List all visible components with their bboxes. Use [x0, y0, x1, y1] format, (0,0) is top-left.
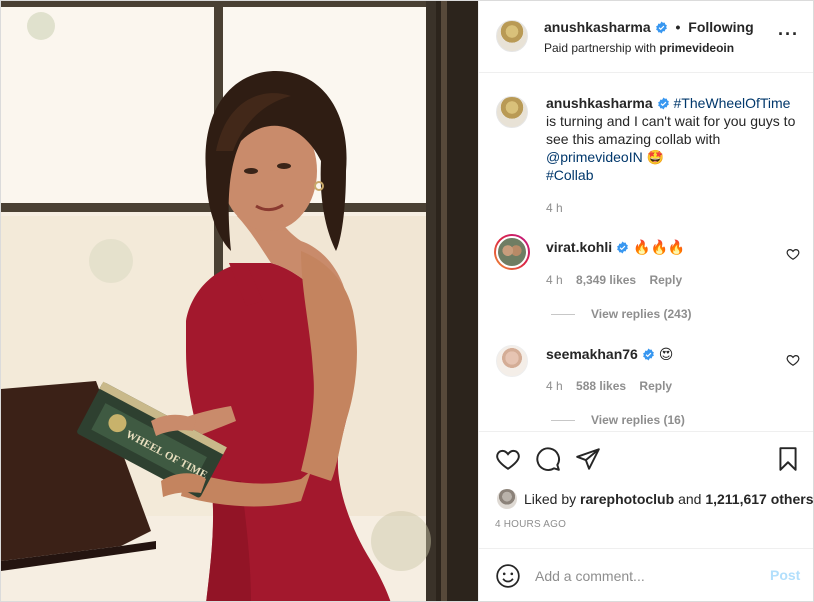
comment-row: seemakhan76 😍 — [546, 346, 673, 363]
comment-likes[interactable]: 8,349 likes — [576, 273, 636, 287]
view-replies-label[interactable]: View replies (243) — [591, 307, 692, 321]
comment-text: 🔥🔥🔥 — [633, 239, 686, 255]
commenter-avatar[interactable] — [494, 234, 530, 270]
post-modal: WHEEL OF TIME anushkasharma • Following … — [0, 0, 814, 602]
author-username[interactable]: anushkasharma — [544, 19, 651, 35]
hashtag-link[interactable]: #Collab — [546, 167, 593, 183]
likes-count[interactable]: 1,211,617 others — [705, 491, 813, 507]
view-replies-button[interactable]: View replies (16) — [551, 413, 685, 427]
commenter-avatar[interactable] — [496, 345, 528, 377]
post-comment-button[interactable]: Post — [770, 567, 800, 583]
header-separator: • — [675, 19, 681, 35]
comment-meta: 4 h 588 likes Reply — [546, 379, 682, 393]
post-details-panel: anushkasharma • Following Paid partnersh… — [478, 1, 813, 601]
emoji-picker-icon[interactable] — [495, 563, 521, 589]
verified-badge-icon — [657, 97, 669, 110]
verified-badge-icon — [642, 348, 654, 361]
comment-likes[interactable]: 588 likes — [576, 379, 626, 393]
replies-divider — [551, 420, 575, 422]
verified-badge-icon — [655, 21, 667, 34]
post-timestamp[interactable]: 4 HOURS AGO — [495, 519, 566, 530]
caption-text: is turning and I can't wait for you guys… — [546, 113, 796, 147]
likes-summary: Liked by rarephotoclub and 1,211,617 oth… — [524, 491, 813, 507]
likes-conj: and — [678, 491, 702, 507]
replies-divider — [551, 314, 575, 316]
following-button[interactable]: Following — [688, 19, 753, 35]
bookmark-icon[interactable] — [775, 446, 801, 472]
comments-list[interactable]: anushkasharma #TheWheelOfTime is turning… — [479, 73, 813, 431]
action-bar: Liked by rarephotoclub and 1,211,617 oth… — [479, 431, 813, 548]
comment-time[interactable]: 4 h — [546, 273, 563, 287]
view-replies-button[interactable]: View replies (243) — [551, 307, 692, 321]
post-header: anushkasharma • Following Paid partnersh… — [479, 1, 813, 73]
reply-button[interactable]: Reply — [639, 379, 672, 393]
paid-partnership: Paid partnership with primevideoin — [544, 41, 734, 55]
liker-avatar[interactable] — [497, 489, 517, 509]
comment-bubble-icon[interactable] — [535, 446, 561, 472]
likes-prefix: Liked by — [524, 491, 577, 507]
mention-link[interactable]: @primevideoIN — [546, 149, 643, 165]
post-photo[interactable]: WHEEL OF TIME — [1, 1, 478, 601]
comment-meta: 4 h 8,349 likes Reply — [546, 273, 692, 287]
comment-username[interactable]: seemakhan76 — [546, 346, 638, 362]
liker-username[interactable]: rarephotoclub — [580, 491, 674, 507]
verified-badge-icon — [617, 241, 629, 254]
comment-composer: Post — [479, 548, 813, 601]
comment-text: 😍 — [658, 346, 674, 362]
share-send-icon[interactable] — [575, 446, 601, 472]
partner-link[interactable]: primevideoin — [659, 41, 734, 55]
hashtag-link[interactable]: #TheWheelOfTime — [674, 95, 791, 111]
comment-input[interactable] — [535, 565, 755, 587]
more-horizontal-icon[interactable]: ··· — [778, 25, 799, 43]
photo-illustration: WHEEL OF TIME — [1, 1, 478, 601]
reply-button[interactable]: Reply — [649, 273, 682, 287]
caption-author-avatar[interactable] — [496, 96, 528, 128]
caption-timestamp[interactable]: 4 h — [546, 201, 563, 215]
caption-emoji: 🤩 — [646, 149, 665, 165]
like-comment-heart-icon[interactable] — [786, 353, 800, 367]
post-caption: anushkasharma #TheWheelOfTime is turning… — [546, 94, 804, 184]
like-heart-icon[interactable] — [495, 446, 521, 472]
view-replies-label[interactable]: View replies (16) — [591, 413, 685, 427]
paid-partnership-label: Paid partnership with — [544, 41, 657, 55]
comment-time[interactable]: 4 h — [546, 379, 563, 393]
comment-row: virat.kohli 🔥🔥🔥 — [546, 239, 685, 256]
like-comment-heart-icon[interactable] — [786, 247, 800, 261]
comment-username[interactable]: virat.kohli — [546, 239, 612, 255]
author-avatar[interactable] — [496, 20, 528, 52]
author-line: anushkasharma • Following — [544, 19, 754, 35]
caption-username[interactable]: anushkasharma — [546, 95, 653, 111]
